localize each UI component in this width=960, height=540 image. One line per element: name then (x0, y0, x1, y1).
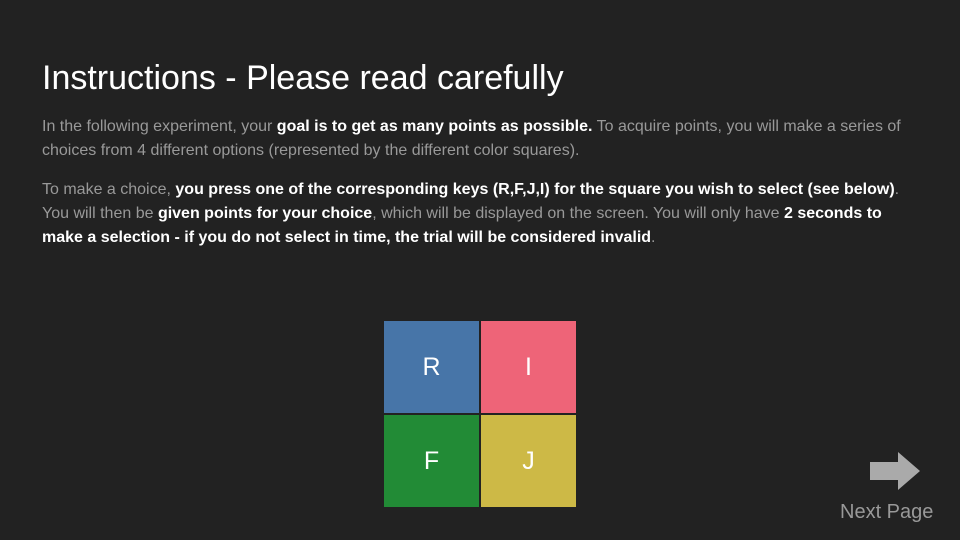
instructions-paragraph-2: To make a choice, you press one of the c… (42, 178, 922, 250)
choice-grid: R I F J (384, 321, 576, 507)
paragraph-text: . (651, 229, 656, 246)
choice-square-i[interactable]: I (481, 321, 576, 413)
paragraph-text: , which will be displayed on the screen.… (372, 205, 784, 222)
next-page-label: Next Page (840, 501, 934, 523)
right-arrow-icon[interactable] (870, 452, 920, 490)
choice-key-label: J (522, 446, 535, 475)
choice-key-label: R (422, 352, 441, 381)
page-title: Instructions - Please read carefully (42, 59, 564, 97)
instructions-paragraph-1: In the following experiment, your goal i… (42, 115, 922, 163)
choice-square-j[interactable]: J (481, 415, 576, 507)
paragraph-emphasis: you press one of the corresponding keys … (175, 181, 895, 198)
choice-key-label: F (423, 446, 440, 475)
paragraph-emphasis: goal is to get as many points as possibl… (276, 118, 593, 135)
next-page-button[interactable]: Next Page (836, 448, 940, 528)
choice-key-label: I (525, 352, 532, 381)
choice-square-r[interactable]: R (384, 321, 479, 413)
choice-square-f[interactable]: F (384, 415, 479, 507)
paragraph-emphasis: given points for your choice (157, 205, 373, 222)
paragraph-text: In the following experiment, your (42, 118, 277, 135)
paragraph-text: To make a choice, (42, 181, 176, 198)
